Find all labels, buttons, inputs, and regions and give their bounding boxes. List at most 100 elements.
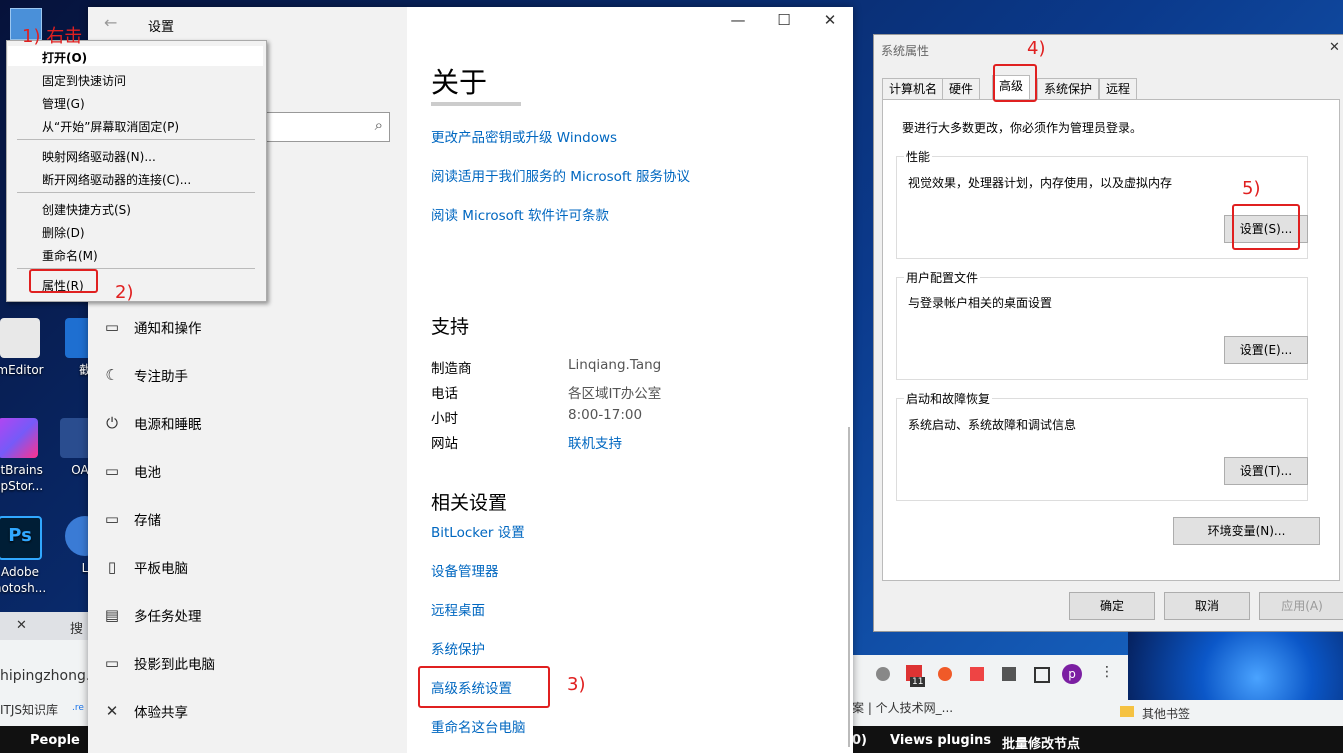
annotation-box-advanced-tab xyxy=(993,64,1037,102)
nav-focus-assist[interactable]: ☾ 专注助手 xyxy=(102,363,188,387)
performance-title: 性能 xyxy=(904,148,933,165)
storage-icon: ▭ xyxy=(104,510,120,528)
close-icon[interactable]: ✕ xyxy=(815,11,845,29)
menu-item-rename[interactable]: 重命名(M) xyxy=(42,247,98,264)
cancel-button[interactable]: 取消 xyxy=(1164,592,1250,620)
profile-avatar[interactable]: p xyxy=(1062,664,1082,684)
tab-close-icon[interactable]: ✕ xyxy=(16,618,27,633)
menu-item-unpin-start[interactable]: 从“开始”屏幕取消固定(P) xyxy=(42,118,179,135)
link-bitlocker[interactable]: BitLocker 设置 xyxy=(431,521,525,541)
user-profiles-group xyxy=(896,277,1308,380)
nav-label: 多任务处理 xyxy=(134,609,202,625)
nav-label: 通知和操作 xyxy=(134,321,202,337)
multitask-icon: ▤ xyxy=(104,606,120,624)
annotation-step-4: 4) xyxy=(1027,38,1046,59)
nav-tablet[interactable]: ▯ 平板电脑 xyxy=(102,555,188,579)
startup-settings-button[interactable]: 设置(T)... xyxy=(1224,457,1308,485)
link-device-manager[interactable]: 设备管理器 xyxy=(431,560,499,580)
scrollbar[interactable] xyxy=(848,427,850,747)
search-icon: ⌕ xyxy=(374,116,383,134)
support-key: 小时 xyxy=(431,411,458,427)
menu-separator xyxy=(17,139,255,140)
nav-shared-experiences[interactable]: ✕ 体验共享 xyxy=(102,699,188,723)
link-service-agreement[interactable]: 阅读适用于我们服务的 Microsoft 服务协议 xyxy=(431,165,690,185)
annotation-box-properties xyxy=(29,269,98,293)
heading-underline xyxy=(431,102,521,106)
sidepanel-icon[interactable] xyxy=(1034,667,1050,683)
nav-multitasking[interactable]: ▤ 多任务处理 xyxy=(102,603,202,627)
link-rename-pc[interactable]: 重命名这台电脑 xyxy=(431,716,526,736)
menu-item-manage[interactable]: 管理(G) xyxy=(42,95,85,112)
extension-icon[interactable] xyxy=(970,667,984,681)
tab-computer-name[interactable]: 计算机名 xyxy=(882,78,945,100)
tab-remote[interactable]: 远程 xyxy=(1099,78,1138,100)
tab-title[interactable]: 搜 xyxy=(70,618,83,637)
close-icon[interactable]: ✕ xyxy=(1329,40,1340,55)
browser-window-right: 11 p ⋮ 案 | 个人技术网_... xyxy=(852,655,1128,726)
bookmark-item[interactable]: ITJS知识库 xyxy=(0,701,58,718)
window-title: 设置 xyxy=(148,20,175,35)
support-value: 8:00-17:00 xyxy=(568,407,643,423)
extension-icon[interactable] xyxy=(938,667,952,681)
link-remote-desktop[interactable]: 远程桌面 xyxy=(431,599,485,619)
share-icon: ✕ xyxy=(105,702,119,720)
online-support-link[interactable]: 联机支持 xyxy=(568,432,622,452)
apply-button[interactable]: 应用(A) xyxy=(1259,592,1343,620)
menu-item-open[interactable]: 打开(O) xyxy=(42,49,87,66)
menu-item-delete[interactable]: 删除(D) xyxy=(42,224,85,241)
project-icon: ▭ xyxy=(104,654,120,672)
nav-label: 电池 xyxy=(134,465,161,481)
link-system-protection[interactable]: 系统保护 xyxy=(431,638,485,658)
tablet-icon: ▯ xyxy=(107,558,117,576)
nav-label: 专注助手 xyxy=(134,369,188,385)
bookmark-item[interactable]: .re xyxy=(72,703,84,713)
minimize-icon[interactable]: — xyxy=(723,11,753,29)
taskbar-label[interactable]: 批量修改节点 xyxy=(1002,733,1080,752)
nav-power-sleep[interactable]: ⏻ 电源和睡眠 xyxy=(102,411,201,435)
photoshop-icon: Ps xyxy=(0,516,42,560)
desktop-icon-editor[interactable]: mEditor xyxy=(0,318,50,378)
taskbar-label[interactable]: People xyxy=(30,733,80,748)
support-value: 各区域IT办公室 xyxy=(568,386,662,402)
annotation-step-5: 5) xyxy=(1242,178,1261,199)
tab-hardware[interactable]: 硬件 xyxy=(942,78,981,100)
extension-icon[interactable] xyxy=(876,667,890,681)
other-bookmarks[interactable]: 其他书签 xyxy=(1142,705,1190,722)
nav-label: 存储 xyxy=(134,513,161,529)
nav-battery[interactable]: ▭ 电池 xyxy=(102,459,161,483)
related-settings-heading: 相关设置 xyxy=(431,492,508,514)
menu-item-disconnect-drive[interactable]: 断开网络驱动器的连接(C)... xyxy=(42,171,191,188)
browser-window-left: ✕ 搜 hipingzhong. ITJS知识库 .re xyxy=(0,612,90,726)
back-arrow-icon[interactable]: ← xyxy=(104,13,117,32)
desktop-icon-label: etBrains xyxy=(0,463,43,477)
menu-item-map-drive[interactable]: 映射网络驱动器(N)... xyxy=(42,148,156,165)
menu-item-pin-quick-access[interactable]: 固定到快速访问 xyxy=(42,72,126,89)
performance-desc: 视觉效果，处理器计划，内存使用，以及虚拟内存 xyxy=(908,176,1173,190)
support-key: 电话 xyxy=(431,386,458,402)
browser-menu-icon[interactable]: ⋮ xyxy=(1100,664,1114,680)
nav-notifications[interactable]: ▭ 通知和操作 xyxy=(102,315,202,339)
address-bar[interactable]: hipingzhong. xyxy=(0,668,90,684)
link-license-terms[interactable]: 阅读 Microsoft 软件许可条款 xyxy=(431,204,609,224)
taskbar-label[interactable]: 0) xyxy=(852,733,867,748)
annotation-box-advanced-settings xyxy=(418,666,550,708)
desktop-icon-label: OA xyxy=(71,463,89,477)
nav-project[interactable]: ▭ 投影到此电脑 xyxy=(102,651,215,675)
desktop-icon-photoshop[interactable]: Ps Adobe hotosh... xyxy=(0,516,50,596)
user-profiles-settings-button[interactable]: 设置(E)... xyxy=(1224,336,1308,364)
maximize-icon[interactable]: ☐ xyxy=(769,11,799,29)
desktop-icon-phpstorm[interactable]: etBrains hpStor... xyxy=(0,418,48,494)
ok-button[interactable]: 确定 xyxy=(1069,592,1155,620)
environment-variables-button[interactable]: 环境变量(N)... xyxy=(1173,517,1320,545)
desktop-icon-label: Adobe xyxy=(1,565,39,579)
link-change-key[interactable]: 更改产品密钥或升级 Windows xyxy=(431,126,617,146)
bookmark-item[interactable]: 案 | 个人技术网_... xyxy=(852,699,953,716)
menu-separator xyxy=(17,192,255,193)
puzzle-icon[interactable] xyxy=(1002,667,1016,681)
menu-item-create-shortcut[interactable]: 创建快捷方式(S) xyxy=(42,201,131,218)
nav-storage[interactable]: ▭ 存储 xyxy=(102,507,161,531)
editor-icon xyxy=(0,318,40,358)
tab-system-protection[interactable]: 系统保护 xyxy=(1037,78,1100,100)
phpstorm-icon xyxy=(0,418,38,458)
taskbar-label[interactable]: Views plugins xyxy=(890,733,991,748)
